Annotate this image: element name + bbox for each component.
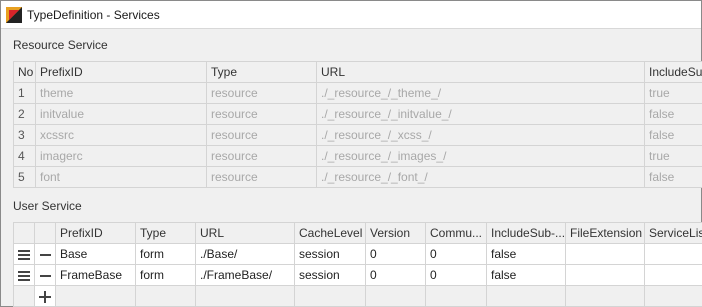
minus-icon <box>39 253 51 256</box>
window-title: TypeDefinition - Services <box>27 7 160 22</box>
column-header-url[interactable]: URL <box>316 61 645 83</box>
cell-includesub: true <box>644 145 702 167</box>
empty-cell <box>294 285 366 307</box>
cell-prefixid: theme <box>35 82 207 104</box>
title-bar: TypeDefinition - Services <box>1 1 701 29</box>
cell-prefixid: imagerc <box>35 145 207 167</box>
column-header-includesub[interactable]: IncludeSu... <box>644 61 702 83</box>
cell-url[interactable]: ./FrameBase/ <box>195 264 295 286</box>
cell-commu[interactable]: 0 <box>425 264 487 286</box>
empty-cell <box>365 285 426 307</box>
cell-cachelevel[interactable]: session <box>294 243 366 265</box>
column-header-prefixid[interactable]: PrefixID <box>35 61 207 83</box>
cell-type: resource <box>206 103 317 125</box>
empty-cell <box>486 285 566 307</box>
table-row[interactable]: FrameBase form ./FrameBase/ session 0 0 … <box>13 264 702 286</box>
services-window: TypeDefinition - Services Resource Servi… <box>0 0 702 307</box>
cell-commu[interactable]: 0 <box>425 243 487 265</box>
cell-type[interactable]: form <box>135 264 196 286</box>
cell-no: 3 <box>13 124 36 146</box>
cell-includesub: false <box>644 124 702 146</box>
cell-type: resource <box>206 82 317 104</box>
table-row[interactable]: 5 font resource ./_resource_/_font_/ fal… <box>13 166 702 188</box>
resource-service-table: No PrefixID Type URL IncludeSu... 1 them… <box>13 61 702 188</box>
column-header-no[interactable]: No <box>13 61 36 83</box>
table-row[interactable]: 4 imagerc resource ./_resource_/_images_… <box>13 145 702 167</box>
column-header-fileextension[interactable]: FileExtension <box>565 222 645 244</box>
empty-cell <box>644 285 702 307</box>
resource-service-label: Resource Service <box>13 38 108 52</box>
table-row[interactable]: 2 initvalue resource ./_resource_/_initv… <box>13 103 702 125</box>
cell-prefixid: font <box>35 166 207 188</box>
column-header-servicelist[interactable]: ServiceList <box>644 222 702 244</box>
minus-icon <box>39 274 51 277</box>
empty-cell <box>195 285 295 307</box>
cell-prefixid[interactable]: Base <box>55 243 136 265</box>
table-row[interactable]: Base form ./Base/ session 0 0 false <box>13 243 702 265</box>
cell-cachelevel[interactable]: session <box>294 264 366 286</box>
cell-includesub: false <box>644 103 702 125</box>
column-header-type[interactable]: Type <box>206 61 317 83</box>
cell-servicelist[interactable] <box>644 264 702 286</box>
user-service-table: PrefixID Type URL CacheLevel Version Com… <box>13 222 702 307</box>
column-header-prefixid[interactable]: PrefixID <box>55 222 136 244</box>
cell-no: 5 <box>13 166 36 188</box>
cell-type: resource <box>206 124 317 146</box>
cell-no: 2 <box>13 103 36 125</box>
cell-fileextension[interactable] <box>565 243 645 265</box>
row-remove-button[interactable] <box>34 243 56 265</box>
cell-url: ./_resource_/_font_/ <box>316 166 645 188</box>
row-menu-button[interactable] <box>13 243 35 265</box>
cell-prefixid: xcssrc <box>35 124 207 146</box>
cell-includesub[interactable]: false <box>486 243 566 265</box>
cell-version[interactable]: 0 <box>365 264 426 286</box>
column-header-includesub[interactable]: IncludeSub-... <box>486 222 566 244</box>
typedefinition-app-icon <box>6 6 22 23</box>
empty-cell <box>425 285 487 307</box>
cell-fileextension[interactable] <box>565 264 645 286</box>
empty-cell <box>135 285 196 307</box>
cell-servicelist[interactable] <box>644 243 702 265</box>
column-header-row-menu <box>13 222 35 244</box>
user-service-label: User Service <box>13 199 82 213</box>
cell-prefixid[interactable]: FrameBase <box>55 264 136 286</box>
column-header-cachelevel[interactable]: CacheLevel <box>294 222 366 244</box>
empty-cell <box>565 285 645 307</box>
row-remove-button[interactable] <box>34 264 56 286</box>
cell-type: resource <box>206 166 317 188</box>
table-row[interactable]: 1 theme resource ./_resource_/_theme_/ t… <box>13 82 702 104</box>
column-header-commu[interactable]: Commu... <box>425 222 487 244</box>
column-header-url[interactable]: URL <box>195 222 295 244</box>
add-row-spacer <box>13 285 35 307</box>
table-header-row: PrefixID Type URL CacheLevel Version Com… <box>13 222 702 244</box>
empty-cell <box>55 285 136 307</box>
column-header-row-remove <box>34 222 56 244</box>
cell-includesub: true <box>644 82 702 104</box>
menu-icon <box>18 270 30 281</box>
cell-type[interactable]: form <box>135 243 196 265</box>
cell-url: ./_resource_/_xcss_/ <box>316 124 645 146</box>
cell-url[interactable]: ./Base/ <box>195 243 295 265</box>
cell-includesub[interactable]: false <box>486 264 566 286</box>
cell-no: 1 <box>13 82 36 104</box>
cell-includesub: false <box>644 166 702 188</box>
dialog-content: Resource Service No PrefixID Type URL In… <box>1 30 702 307</box>
cell-type: resource <box>206 145 317 167</box>
table-header-row: No PrefixID Type URL IncludeSu... <box>13 61 702 83</box>
row-menu-button[interactable] <box>13 264 35 286</box>
add-row-button[interactable] <box>34 285 56 307</box>
cell-prefixid: initvalue <box>35 103 207 125</box>
cell-no: 4 <box>13 145 36 167</box>
cell-url: ./_resource_/_initvalue_/ <box>316 103 645 125</box>
plus-icon <box>39 290 51 303</box>
add-row[interactable] <box>13 285 702 307</box>
column-header-type[interactable]: Type <box>135 222 196 244</box>
menu-icon <box>18 249 30 260</box>
table-row[interactable]: 3 xcssrc resource ./_resource_/_xcss_/ f… <box>13 124 702 146</box>
cell-url: ./_resource_/_images_/ <box>316 145 645 167</box>
cell-url: ./_resource_/_theme_/ <box>316 82 645 104</box>
column-header-version[interactable]: Version <box>365 222 426 244</box>
cell-version[interactable]: 0 <box>365 243 426 265</box>
